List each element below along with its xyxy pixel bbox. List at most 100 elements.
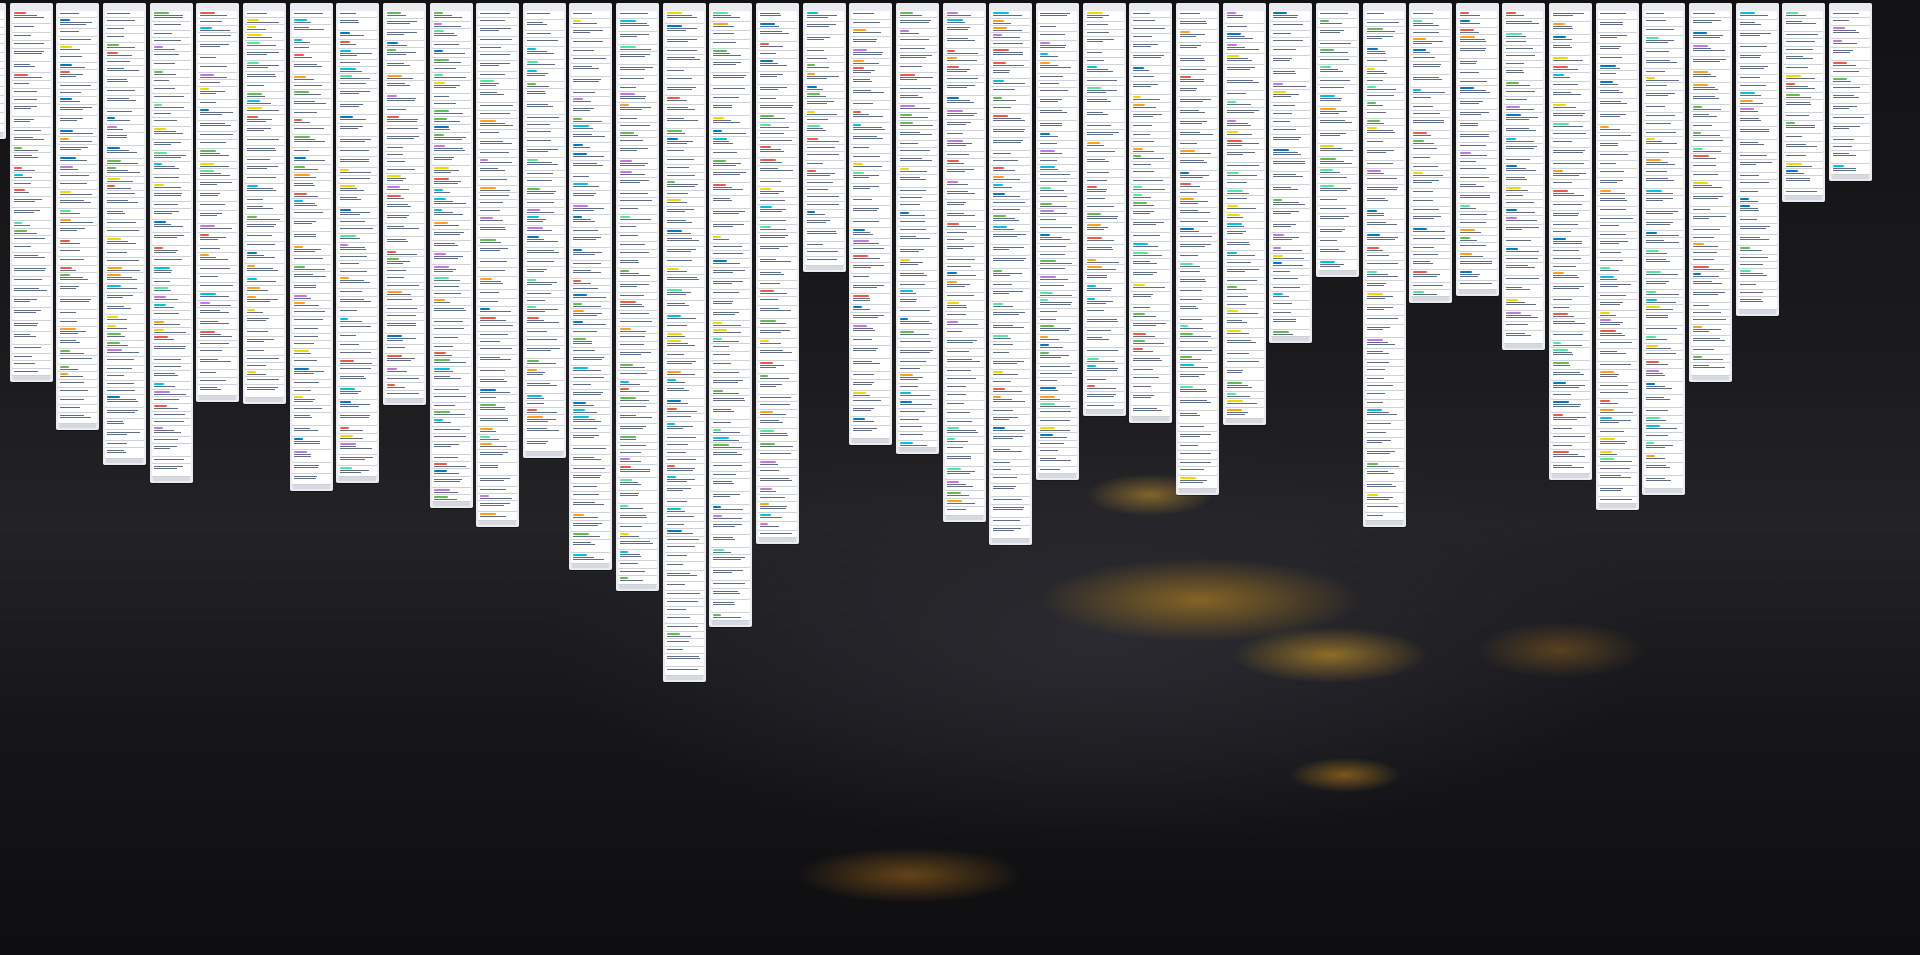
board-list[interactable]: [336, 3, 380, 483]
list-card[interactable]: [1177, 208, 1217, 218]
list-card[interactable]: [1457, 151, 1497, 158]
list-card[interactable]: [384, 283, 424, 289]
list-card[interactable]: [1411, 95, 1451, 103]
list-card[interactable]: [291, 11, 331, 17]
board-list[interactable]: [709, 3, 753, 627]
list-card[interactable]: [758, 145, 798, 157]
list-card[interactable]: [1037, 11, 1077, 23]
list-card[interactable]: [758, 319, 798, 327]
list-card[interactable]: [1084, 384, 1124, 391]
list-card[interactable]: [1224, 399, 1264, 407]
list-card[interactable]: [524, 337, 564, 345]
list-card[interactable]: [1597, 399, 1637, 407]
list-card[interactable]: [384, 152, 424, 158]
list-card[interactable]: [244, 277, 284, 285]
list-card[interactable]: [0, 35, 4, 43]
list-card[interactable]: [1271, 47, 1311, 55]
list-card[interactable]: [1177, 317, 1217, 323]
list-card[interactable]: [338, 317, 378, 323]
list-card[interactable]: [1691, 123, 1731, 130]
list-card[interactable]: [244, 377, 284, 384]
list-card[interactable]: [11, 345, 51, 353]
list-card[interactable]: [898, 384, 937, 390]
list-card[interactable]: [991, 192, 1031, 199]
list-card[interactable]: [1737, 224, 1777, 234]
list-card[interactable]: [618, 363, 658, 370]
list-card[interactable]: [478, 200, 518, 207]
list-card[interactable]: [478, 139, 518, 149]
list-card[interactable]: [291, 426, 331, 436]
list-card[interactable]: [1224, 229, 1264, 239]
list-card[interactable]: [758, 187, 798, 197]
list-card[interactable]: [711, 95, 751, 102]
list-card[interactable]: [1644, 27, 1684, 35]
list-card[interactable]: [1691, 131, 1731, 137]
list-card[interactable]: [1737, 53, 1777, 63]
list-card[interactable]: [571, 382, 611, 389]
list-card[interactable]: [244, 197, 284, 203]
list-card[interactable]: [151, 464, 191, 476]
list-card[interactable]: [198, 202, 238, 210]
list-card[interactable]: [151, 220, 191, 232]
list-card[interactable]: [1597, 282, 1637, 292]
list-card[interactable]: [664, 537, 704, 543]
list-card[interactable]: [758, 179, 798, 186]
list-card[interactable]: [478, 377, 518, 387]
list-card[interactable]: [944, 244, 984, 256]
list-card[interactable]: [1644, 121, 1684, 129]
list-card[interactable]: [151, 11, 191, 21]
list-card[interactable]: [711, 436, 751, 442]
list-card[interactable]: [758, 531, 798, 537]
list-card[interactable]: [291, 265, 331, 271]
list-card[interactable]: [711, 505, 751, 513]
list-card[interactable]: [664, 378, 704, 385]
list-card[interactable]: [1224, 318, 1264, 328]
list-card[interactable]: [898, 29, 937, 36]
list-card[interactable]: [524, 215, 564, 225]
list-card[interactable]: [104, 273, 144, 283]
list-card[interactable]: [758, 72, 798, 84]
list-card[interactable]: [244, 308, 284, 315]
list-card[interactable]: [898, 330, 937, 338]
list-card[interactable]: [571, 97, 611, 105]
list-card[interactable]: [711, 310, 751, 320]
list-card[interactable]: [571, 390, 611, 400]
list-card[interactable]: [1084, 335, 1124, 347]
list-card[interactable]: [571, 455, 611, 465]
list-card[interactable]: [851, 372, 891, 379]
list-card[interactable]: [1037, 108, 1077, 120]
list-card[interactable]: [1737, 116, 1777, 126]
list-card[interactable]: [1131, 193, 1171, 200]
list-card[interactable]: [1551, 271, 1591, 283]
list-header[interactable]: [1179, 5, 1216, 10]
list-card[interactable]: [1644, 351, 1684, 359]
list-card[interactable]: [1737, 255, 1777, 261]
list-card[interactable]: [198, 266, 238, 273]
list-card[interactable]: [1551, 443, 1591, 449]
list-card[interactable]: [338, 434, 378, 441]
list-card[interactable]: [1737, 44, 1777, 52]
list-card[interactable]: [524, 187, 564, 199]
list-card[interactable]: [198, 55, 238, 63]
list-card[interactable]: [151, 382, 191, 389]
list-card[interactable]: [338, 413, 378, 425]
list-card[interactable]: [198, 121, 238, 131]
list-card[interactable]: [618, 45, 658, 51]
list-card[interactable]: [1037, 88, 1077, 96]
list-card[interactable]: [1597, 152, 1637, 160]
add-card-button[interactable]: [1645, 489, 1683, 493]
list-card[interactable]: [898, 86, 937, 92]
list-card[interactable]: [478, 307, 518, 315]
list-card[interactable]: [244, 18, 284, 24]
list-card[interactable]: [1691, 317, 1731, 324]
list-card[interactable]: [1551, 11, 1591, 21]
list-card[interactable]: [711, 251, 751, 258]
list-card[interactable]: [664, 258, 704, 266]
list-card[interactable]: [1551, 284, 1591, 296]
add-card-button[interactable]: [759, 538, 797, 542]
list-card[interactable]: [1551, 111, 1591, 121]
list-card[interactable]: [851, 28, 891, 36]
list-card[interactable]: [571, 11, 611, 18]
list-card[interactable]: [758, 429, 798, 441]
list-card[interactable]: [1644, 36, 1684, 48]
